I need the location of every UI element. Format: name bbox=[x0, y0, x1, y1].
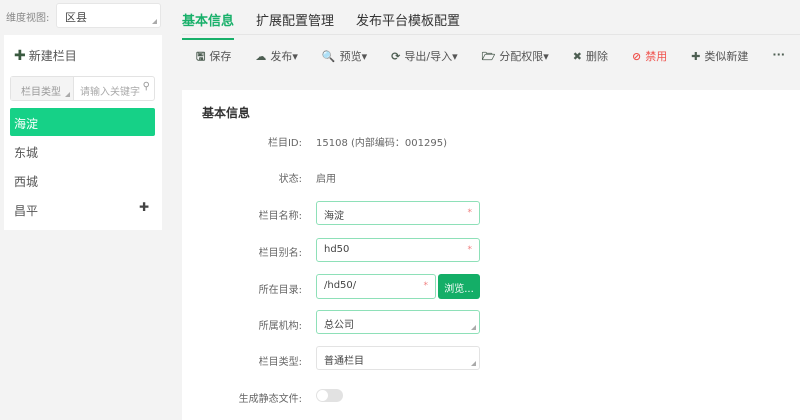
more-button[interactable]: ··· bbox=[772, 48, 789, 67]
search-icon: 🔍 bbox=[321, 50, 336, 63]
cloud-upload-icon: ☁ bbox=[255, 50, 267, 63]
tree-item-changping[interactable]: 昌平 ✚ bbox=[10, 195, 155, 223]
org-label: 所属机构: bbox=[258, 321, 302, 332]
disable-label: 禁用 bbox=[645, 50, 668, 63]
dimension-value: 区县 bbox=[65, 11, 87, 24]
name-value: 海淀 bbox=[324, 211, 344, 222]
folder-icon: 🗁 bbox=[481, 50, 496, 63]
search-placeholder: 请输入关键字 bbox=[80, 87, 140, 98]
refresh-icon: ⟳ bbox=[391, 50, 401, 63]
export-import-label: 导出/导入▾ bbox=[404, 50, 458, 63]
plus-icon: ✚ bbox=[14, 48, 26, 64]
save-label: 保存 bbox=[209, 50, 232, 63]
delete-label: 删除 bbox=[585, 50, 608, 63]
new-column-button[interactable]: ✚ 新建栏目 bbox=[14, 47, 77, 64]
column-type-select[interactable]: 栏目类型 bbox=[11, 77, 74, 100]
publish-button[interactable]: ☁ 发布▾ bbox=[255, 48, 298, 67]
tab-publish-template[interactable]: 发布平台模板配置 bbox=[356, 10, 460, 40]
expand-plus-icon[interactable]: ✚ bbox=[139, 200, 149, 214]
new-column-label: 新建栏目 bbox=[28, 49, 77, 63]
ban-icon: ⊘ bbox=[631, 50, 642, 63]
tab-basic-info[interactable]: 基本信息 bbox=[182, 10, 235, 40]
directory-label: 所在目录: bbox=[258, 285, 302, 296]
status-label: 状态: bbox=[278, 174, 302, 185]
org-select[interactable]: 总公司 bbox=[316, 310, 480, 334]
more-icon: ··· bbox=[772, 48, 785, 61]
tree-item-dongcheng[interactable]: 东城 bbox=[10, 137, 155, 165]
toolbar: 🖫 保存 ☁ 发布▾ 🔍 预览▾ ⟳ 导出/导入▾ 🗁 分配权限▾ ✖ 删除 ⊘ 禁用 ✚ 类似… bbox=[196, 48, 800, 67]
type-select[interactable]: 普通栏目 bbox=[316, 346, 480, 370]
tree-item-label: 海淀 bbox=[14, 117, 39, 131]
alias-input[interactable]: hd50 * bbox=[316, 238, 480, 262]
disable-button[interactable]: ⊘ 禁用 bbox=[632, 48, 667, 67]
required-mark: * bbox=[423, 281, 429, 291]
id-label: 栏目ID: bbox=[267, 138, 302, 149]
permissions-button[interactable]: 🗁 分配权限▾ bbox=[482, 48, 549, 67]
plus-icon: ✚ bbox=[691, 50, 701, 63]
required-mark: * bbox=[467, 245, 473, 255]
preview-button[interactable]: 🔍 预览▾ bbox=[322, 48, 367, 67]
tab-extended-config[interactable]: 扩展配置管理 bbox=[256, 10, 334, 40]
tab-divider bbox=[182, 34, 800, 35]
type-label: 栏目类型: bbox=[258, 357, 302, 368]
dimension-select[interactable]: 区县 bbox=[56, 3, 161, 28]
save-button[interactable]: 🖫 保存 bbox=[196, 48, 231, 67]
directory-value: /hd50/ bbox=[324, 280, 357, 291]
name-input[interactable]: 海淀 * bbox=[316, 201, 480, 225]
browse-button[interactable]: 浏览... bbox=[438, 274, 480, 299]
name-label: 栏目名称: bbox=[258, 211, 302, 222]
tree-item-label: 东城 bbox=[14, 146, 39, 160]
type-value: 普通栏目 bbox=[324, 356, 364, 367]
permissions-label: 分配权限▾ bbox=[499, 50, 549, 63]
tree-item-haidian[interactable]: 海淀 bbox=[10, 108, 155, 136]
publish-label: 发布▾ bbox=[270, 50, 298, 63]
delete-button[interactable]: ✖ 删除 bbox=[573, 48, 608, 67]
static-file-label: 生成静态文件: bbox=[238, 394, 302, 405]
id-value: 15108 (内部编码：001295) bbox=[316, 138, 447, 149]
dimension-label: 维度视图: bbox=[6, 13, 50, 24]
required-mark: * bbox=[467, 208, 473, 218]
column-type-label: 栏目类型 bbox=[21, 87, 61, 98]
preview-label: 预览▾ bbox=[339, 50, 368, 63]
tree-item-label: 昌平 bbox=[14, 204, 39, 218]
search-icon[interactable]: ⚲ bbox=[143, 81, 150, 92]
similar-new-button[interactable]: ✚ 类似新建 bbox=[691, 48, 748, 67]
tree-item-label: 西城 bbox=[14, 175, 39, 189]
save-icon: 🖫 bbox=[196, 50, 206, 63]
close-icon: ✖ bbox=[572, 50, 582, 63]
export-import-button[interactable]: ⟳ 导出/导入▾ bbox=[391, 48, 457, 67]
static-file-toggle[interactable] bbox=[316, 389, 343, 402]
org-value: 总公司 bbox=[324, 320, 354, 331]
directory-input[interactable]: /hd50/ * bbox=[316, 274, 436, 299]
similar-new-label: 类似新建 bbox=[704, 50, 749, 63]
tab-bar: 基本信息 扩展配置管理 发布平台模板配置 bbox=[182, 10, 460, 40]
search-input[interactable]: 请输入关键字 ⚲ bbox=[74, 77, 154, 100]
section-title: 基本信息 bbox=[202, 106, 251, 120]
tree-item-xicheng[interactable]: 西城 bbox=[10, 166, 155, 194]
alias-label: 栏目别名: bbox=[258, 248, 302, 259]
filter-bar: 栏目类型 请输入关键字 ⚲ bbox=[10, 76, 155, 101]
status-value: 启用 bbox=[316, 174, 336, 185]
alias-value: hd50 bbox=[324, 244, 350, 255]
